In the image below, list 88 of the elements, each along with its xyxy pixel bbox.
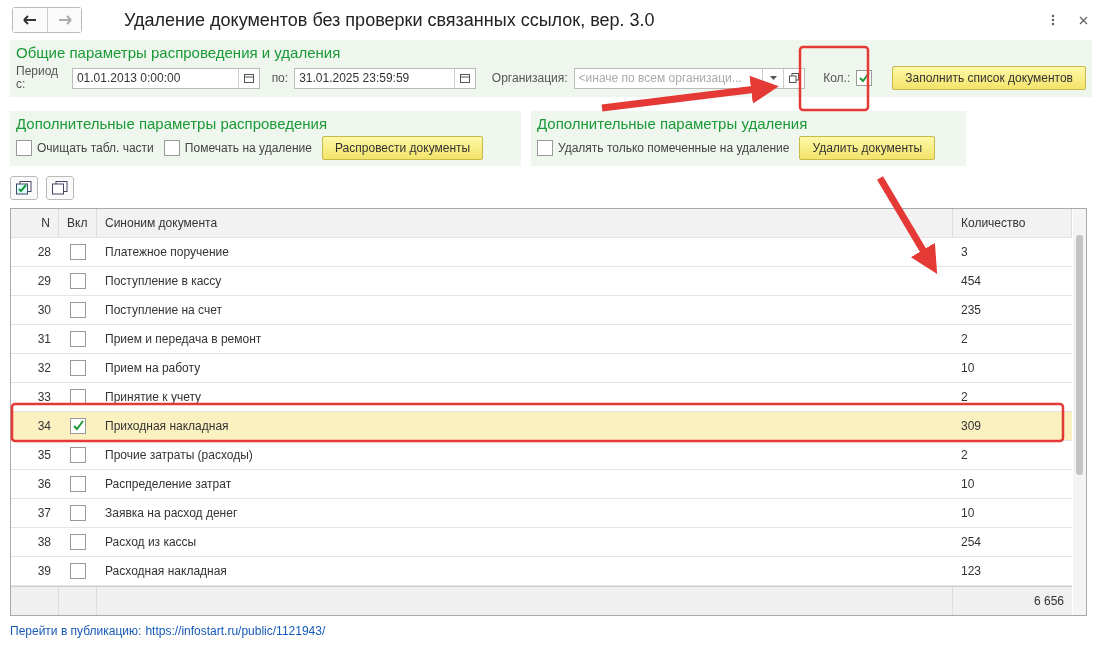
column-header[interactable]: N — [11, 209, 59, 237]
check-all-button[interactable] — [10, 176, 38, 200]
document-name: Расходная накладная — [105, 564, 227, 578]
document-name: Поступление в кассу — [105, 274, 222, 288]
row-number: 30 — [37, 303, 51, 317]
row-number: 39 — [37, 564, 51, 578]
row-number: 36 — [37, 477, 51, 491]
checkbox[interactable] — [70, 331, 86, 347]
window-title: Удаление документов без проверки связанных ссылок, вер. 3.0 — [124, 9, 656, 31]
column-header[interactable]: Синоним документа — [97, 209, 953, 237]
document-name: Прием на работу — [105, 361, 201, 375]
date-field[interactable]: 31.01.2025 23:59:59 — [294, 67, 476, 89]
back-button[interactable] — [13, 8, 47, 32]
row-number: 33 — [37, 390, 51, 404]
calendar-icon — [243, 73, 254, 83]
document-count: 123 — [961, 564, 982, 578]
checkbox[interactable] — [537, 140, 553, 156]
checkbox[interactable] — [70, 563, 86, 579]
document-name: Платежное поручение — [105, 245, 229, 259]
panel-title: Дополнительные параметры удаления — [537, 115, 809, 132]
panel-title: Общие параметры распроведения и удаления — [16, 44, 342, 61]
url-link[interactable]: https://infostart.ru/public/1121943/ — [145, 624, 326, 638]
close-icon[interactable] — [1079, 15, 1088, 25]
document-count: 235 — [961, 303, 982, 317]
document-count: 10 — [961, 477, 975, 491]
table-row[interactable]: 34 Приходная накладная 309 — [11, 412, 1072, 441]
document-count: 309 — [961, 419, 982, 433]
document-name: Приходная накладная — [105, 419, 229, 433]
document-count: 2 — [961, 390, 968, 404]
uncheck-all-button[interactable] — [46, 176, 74, 200]
period-label: Период с: — [16, 65, 60, 91]
document-count: 2 — [961, 448, 968, 462]
scrollbar[interactable] — [1073, 209, 1086, 615]
checkbox[interactable] — [70, 273, 86, 289]
document-count: 10 — [961, 361, 975, 375]
document-count: 2 — [961, 332, 968, 346]
column-header[interactable]: Количество — [953, 209, 1072, 237]
column-header[interactable]: Вкл — [59, 209, 97, 237]
panel-title: Дополнительные параметры распроведения — [16, 115, 329, 132]
more-icon[interactable] — [1051, 14, 1055, 26]
row-number: 37 — [37, 506, 51, 520]
highlight-frame — [798, 45, 870, 112]
date-field[interactable]: 01.01.2013 0:00:00 — [71, 67, 260, 89]
checkbox[interactable] — [70, 447, 86, 463]
organization-label: Организация: — [491, 71, 568, 85]
row-number: 32 — [37, 361, 51, 375]
option-label: Очищать табл. части — [37, 141, 154, 155]
document-count: 454 — [961, 274, 982, 288]
open-window-icon — [789, 73, 800, 83]
checkbox[interactable] — [70, 476, 86, 492]
row-number: 35 — [37, 448, 51, 462]
checkbox[interactable] — [70, 360, 86, 376]
row-number: 31 — [37, 332, 51, 346]
total-count: 6 656 — [1033, 594, 1064, 608]
fill-list-button[interactable]: Заполнить список документов — [892, 66, 1086, 90]
option-label: Удалять только помеченные на удаление — [558, 141, 790, 155]
count-label: Кол.: — [823, 71, 851, 85]
document-name: Прочие затраты (расходы) — [105, 448, 253, 462]
row-number: 34 — [37, 419, 51, 433]
right-arrow-icon — [57, 15, 72, 25]
calendar-icon — [459, 73, 470, 83]
checkbox[interactable] — [16, 140, 32, 156]
document-name: Расход из кассы — [105, 535, 197, 549]
document-count: 254 — [961, 535, 982, 549]
document-name: Распределение затрат — [105, 477, 232, 491]
document-name: Поступление на счет — [105, 303, 222, 317]
document-name: Прием и передача в ремонт — [105, 332, 262, 346]
caret-icon — [769, 76, 777, 80]
left-arrow-icon — [23, 15, 37, 25]
checkbox[interactable] — [70, 505, 86, 521]
repost-button[interactable]: Распровести документы — [322, 136, 484, 160]
pages-icon — [52, 181, 68, 195]
checkbox[interactable] — [70, 418, 86, 434]
row-number: 29 — [37, 274, 51, 288]
delete-button[interactable]: Удалить документы — [799, 136, 936, 160]
checkbox[interactable] — [70, 534, 86, 550]
document-count: 3 — [961, 245, 968, 259]
row-number: 38 — [37, 535, 51, 549]
checked-pages-icon — [16, 181, 32, 195]
row-number: 28 — [37, 245, 51, 259]
document-name: Заявка на расход денег — [105, 506, 238, 520]
checkbox[interactable] — [163, 140, 180, 156]
document-count: 10 — [961, 506, 975, 520]
checkbox[interactable] — [70, 244, 86, 260]
option-label: Помечать на удаление — [184, 141, 312, 155]
to-label: по: — [271, 71, 289, 85]
checkbox[interactable] — [70, 302, 86, 318]
publication-link[interactable]: Перейти в публикацию: — [10, 624, 142, 638]
